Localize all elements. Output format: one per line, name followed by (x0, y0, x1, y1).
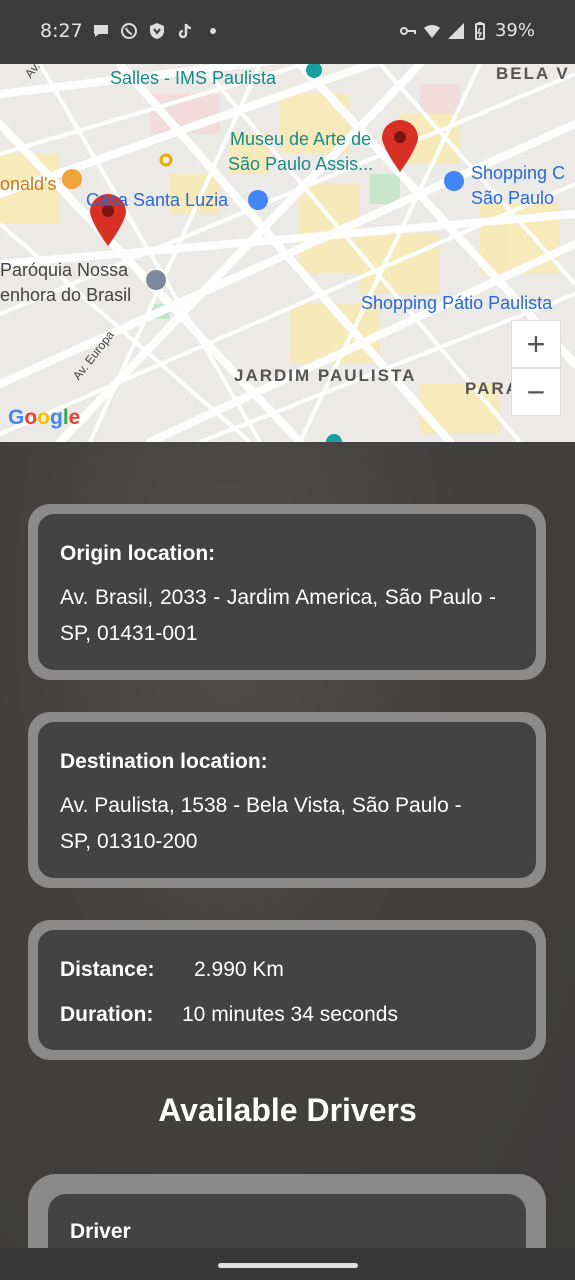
map-label-shopping-c: Shopping C (471, 163, 566, 183)
tiktok-icon (178, 23, 192, 39)
duration-label: Duration: (60, 1003, 154, 1026)
trip-summary-body: Distance: 2.990 Km Duration: 10 minutes … (38, 930, 536, 1050)
viber-icon (121, 23, 137, 39)
battery-icon (474, 21, 485, 40)
origin-card-body: Origin location: Av. Brasil, 2033 - Jard… (38, 514, 536, 670)
home-gesture-handle[interactable] (218, 1263, 358, 1268)
distance-label: Distance: (60, 958, 155, 981)
trip-details: Origin location: Av. Brasil, 2033 - Jard… (0, 442, 575, 1280)
google-logo-letter: G (8, 406, 25, 429)
map-label-shopping-c-2: São Paulo (471, 188, 555, 208)
battery-percent: 39% (494, 20, 535, 41)
destination-title: Destination location: (60, 750, 268, 773)
map-label-paroquia-2: enhora do Brasil (0, 285, 132, 305)
shopping-cart-icon (248, 190, 268, 210)
origin-address: Av. Brasil, 2033 - Jardim America, São P… (60, 586, 496, 645)
google-logo-letter: o (37, 406, 50, 429)
status-bar: 8:27 39% (0, 0, 575, 64)
church-icon (146, 270, 166, 290)
origin-card: Origin location: Av. Brasil, 2033 - Jard… (28, 504, 546, 680)
map-label-shopping-patio: Shopping Pátio Paulista (361, 293, 553, 313)
google-logo: Google (8, 406, 80, 430)
shopping-bag-icon (444, 171, 464, 191)
duration-value: 10 minutes 34 seconds (182, 1003, 398, 1026)
restaurant-icon (62, 169, 82, 189)
google-logo-letter: e (68, 406, 81, 429)
map-label-museu-2: São Paulo Assis... (228, 154, 374, 174)
status-time: 8:27 (40, 20, 83, 42)
signal-icon (447, 22, 464, 39)
navigation-bar (0, 1248, 575, 1280)
map-label-paroquia-1: Paróquia Nossa (0, 260, 129, 280)
map-label-jardim-paulista: JARDIM PAULISTA (234, 366, 417, 385)
message-icon (94, 25, 108, 37)
destination-card-body: Destination location: Av. Paulista, 1538… (38, 722, 536, 878)
map-label-bela-vista: BELA V (496, 64, 570, 83)
dot-icon (210, 28, 216, 34)
route-map[interactable]: Salles - IMS Paulista BELA V Museu de Ar… (0, 64, 575, 442)
map-label-museu-1: Museu de Arte de (230, 129, 372, 149)
google-logo-letter: o (24, 406, 38, 429)
zoom-in-button[interactable]: + (511, 320, 561, 368)
zoom-out-button[interactable]: − (511, 368, 561, 416)
distance-value: 2.990 Km (194, 958, 284, 981)
map-label-salles: Salles - IMS Paulista (110, 68, 277, 88)
driver-label: Driver (70, 1220, 131, 1243)
map-label-casa-santa-luzia: Casa Santa Luzia (86, 190, 229, 210)
google-logo-letter: g (50, 406, 63, 429)
shield-icon (150, 23, 164, 39)
vpn-key-icon (399, 26, 416, 35)
trip-summary-card: Distance: 2.990 Km Duration: 10 minutes … (28, 920, 546, 1060)
available-drivers-title: Available Drivers (158, 1092, 417, 1128)
notification-icons (92, 22, 222, 40)
system-icons: 39% (399, 20, 535, 41)
wifi-icon (423, 24, 440, 38)
origin-title: Origin location: (60, 542, 216, 565)
destination-address: Av. Paulista, 1538 - Bela Vista, São Pau… (60, 794, 462, 853)
map-label-mcdonalds: onald's (0, 174, 57, 194)
destination-card: Destination location: Av. Paulista, 1538… (28, 712, 546, 888)
